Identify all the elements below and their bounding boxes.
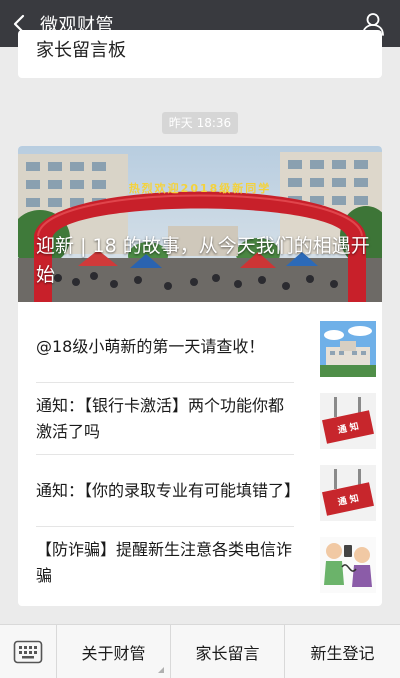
previous-article-title: 家长留言板 (36, 40, 126, 61)
anti-fraud-thumbnail (320, 537, 376, 593)
article-item-1[interactable]: @18级小萌新的第一天请查收！ (36, 311, 376, 383)
cover-article-title: 迎新 | 18 的故事，从今天我们的相遇开始 (36, 235, 370, 286)
menu-parent-message-button[interactable]: 家长留言 (171, 625, 285, 678)
article-item-4[interactable]: 【防诈骗】提醒新生注意各类电信诈骗 (36, 527, 376, 599)
menu-about-label: 关于财管 (81, 644, 146, 663)
submenu-indicator-icon (158, 667, 164, 673)
cover-article[interactable]: 热烈欢迎2018级新同学 迎新 | 18 的故事，从今天我们的相遇开始 (18, 146, 382, 302)
article-item-title: 通知：【银行卡激活】两个功能你都激活了吗 (36, 396, 285, 441)
menu-about-button[interactable]: 关于财管 (57, 625, 171, 678)
cover-banner-text: 热烈欢迎2018级新同学 (129, 181, 272, 195)
keyboard-icon (13, 640, 43, 664)
menu-registration-label: 新生登记 (310, 644, 375, 663)
keyboard-toggle-button[interactable] (0, 625, 57, 678)
menu-registration-button[interactable]: 新生登记 (285, 625, 400, 678)
article-item-title: 【防诈骗】提醒新生注意各类电信诈骗 (36, 540, 293, 585)
article-card: 热烈欢迎2018级新同学 迎新 | 18 的故事，从今天我们的相遇开始 @18级… (18, 146, 382, 606)
menu-parent-message-label: 家长留言 (195, 644, 260, 663)
article-item-title: @18级小萌新的第一天请查收！ (36, 337, 265, 356)
article-item-3[interactable]: 通知：【你的录取专业有可能填错了】 通 知 (36, 455, 376, 527)
notice-thumbnail: 通 知 (320, 393, 376, 449)
bottom-menu: 关于财管 家长留言 新生登记 (0, 624, 400, 678)
article-item-title: 通知：【你的录取专业有可能填错了】 (36, 481, 301, 500)
previous-article-card[interactable]: 家长留言板 (18, 30, 382, 78)
campus-photo-thumbnail (320, 321, 376, 377)
notice-thumbnail: 通 知 (320, 465, 376, 521)
cover-banner-label: 热烈欢迎2018级新同学 (129, 181, 272, 195)
article-item-2[interactable]: 通知：【银行卡激活】两个功能你都激活了吗 通 知 (36, 383, 376, 455)
message-timestamp: 昨天 18:36 (162, 112, 238, 134)
